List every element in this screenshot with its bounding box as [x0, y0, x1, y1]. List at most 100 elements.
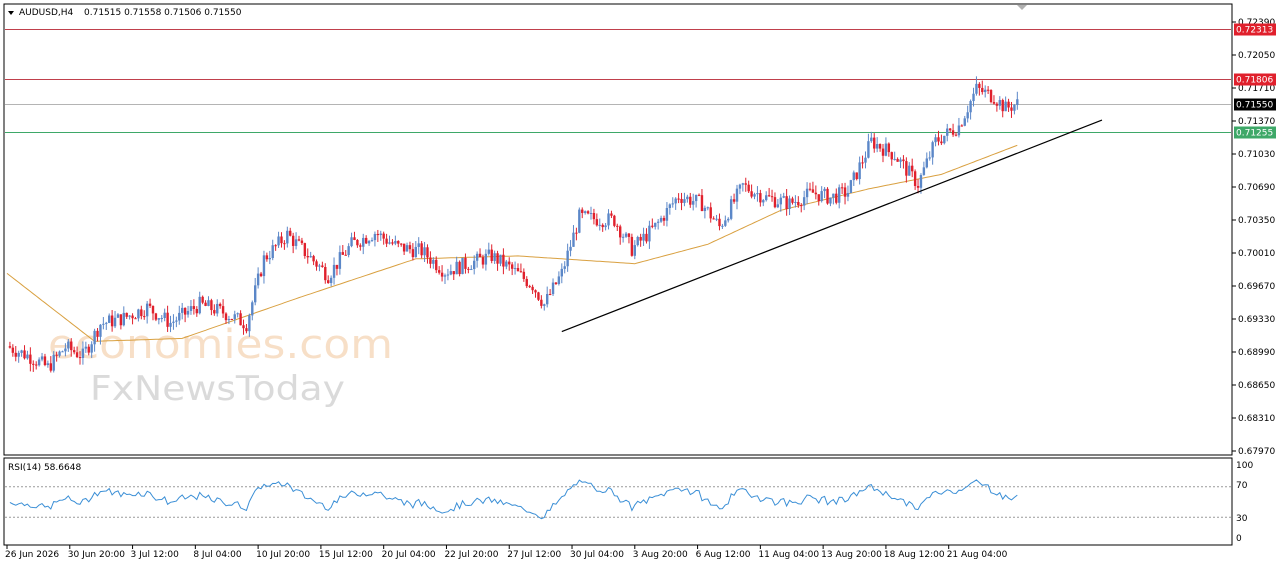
candle-bull — [674, 198, 677, 204]
candle-bull — [388, 242, 391, 244]
candle-bear — [110, 315, 114, 327]
candle-bear — [335, 264, 339, 269]
candle-bull — [715, 218, 718, 220]
candle-bear — [861, 162, 864, 164]
candle-bull — [394, 241, 397, 244]
rsi-tick-100: 100 — [1236, 461, 1253, 471]
candle-bull — [738, 184, 742, 189]
candle-bull — [875, 144, 879, 149]
candle-bull — [102, 323, 105, 325]
candle-bull — [236, 313, 239, 315]
candle-bear — [376, 233, 380, 236]
candle-bull — [128, 315, 131, 317]
candle-bear — [151, 305, 155, 314]
candle-bear — [467, 268, 470, 270]
candle-bear — [411, 249, 415, 258]
candle-bear — [364, 237, 368, 244]
candle-bull — [122, 312, 125, 326]
candle-bull — [788, 198, 791, 209]
candle-bear — [204, 302, 207, 306]
candle-bull — [262, 255, 266, 277]
candle-bull — [175, 320, 178, 322]
candle-bull — [893, 158, 896, 160]
candle-bull — [256, 273, 260, 286]
y-tick-label: 0.71030 — [1238, 150, 1275, 160]
candle-bear — [324, 267, 327, 281]
candle-bear — [610, 213, 613, 216]
candle-bull — [1004, 101, 1007, 112]
rsi-tick-30: 30 — [1236, 514, 1248, 524]
candle-bull — [347, 246, 350, 255]
candle-bear — [913, 171, 917, 186]
candle-bull — [656, 221, 660, 223]
candle-bear — [452, 271, 455, 275]
candle-bull — [899, 159, 902, 162]
candle-bear — [344, 254, 347, 256]
candle-bull — [858, 162, 861, 180]
candle-bear — [548, 293, 552, 295]
candle-bear — [986, 89, 990, 91]
candle-bear — [131, 315, 134, 319]
candle-bear — [382, 233, 385, 239]
price-chart[interactable]: economies.com FxNewsToday 0.723900.72050… — [0, 0, 1280, 567]
candle-bull — [309, 256, 312, 258]
candle-bear — [312, 256, 315, 262]
candle-bear — [201, 296, 204, 303]
candle-bear — [1010, 107, 1013, 111]
ohlc-values: 0.71515 0.71558 0.71506 0.71550 — [84, 8, 242, 18]
candle-bear — [478, 253, 482, 258]
chart-header[interactable]: AUDUSD,H4 0.71515 0.71558 0.71506 0.7155… — [8, 8, 242, 18]
candle-bull — [756, 193, 759, 195]
candle-bull — [648, 225, 651, 242]
candle-bull — [969, 101, 972, 113]
candle-bull — [966, 112, 969, 119]
candle-bull — [157, 318, 161, 320]
candle-bull — [286, 230, 289, 244]
candle-bear — [496, 253, 499, 264]
chart-window[interactable]: economies.com FxNewsToday 0.72390 0.72050… — [0, 0, 1280, 567]
candle-bear — [259, 273, 263, 277]
candle-bull — [607, 213, 610, 226]
candle-bull — [972, 93, 975, 102]
candle-bear — [616, 225, 619, 227]
candle-bull — [975, 83, 978, 94]
candle-bear — [554, 282, 558, 285]
candle-bear — [72, 350, 76, 353]
candle-bull — [379, 233, 382, 236]
candle-bear — [397, 241, 400, 244]
candle-bear — [592, 213, 596, 220]
candle-bull — [251, 302, 254, 316]
candle-bear — [183, 307, 187, 315]
candle-bull — [271, 245, 274, 259]
x-tick-label: 18 Aug 12:00 — [884, 550, 945, 560]
candle-bull — [636, 237, 639, 246]
y-tick-label: 0.68990 — [1238, 348, 1275, 358]
candle-bull — [461, 257, 464, 275]
candle-bear — [840, 187, 844, 189]
candle-bull — [870, 137, 873, 142]
candle-bull — [52, 354, 55, 371]
candle-bull — [724, 220, 727, 226]
y-tick-label: 0.70350 — [1238, 216, 1275, 226]
candle-bear — [951, 130, 955, 135]
candle-bull — [277, 236, 280, 246]
x-tick-label: 10 Jul 20:00 — [256, 550, 310, 560]
candle-bull — [557, 276, 561, 285]
candle-bear — [791, 198, 794, 203]
candle-bull — [694, 194, 698, 202]
candle-bull — [172, 321, 175, 323]
candle-bear — [119, 314, 123, 326]
candle-bull — [832, 193, 835, 198]
candle-bear — [385, 238, 388, 244]
candle-bear — [709, 207, 712, 219]
x-tick-label: 3 Jul 12:00 — [131, 550, 180, 560]
candle-bull — [864, 157, 867, 163]
candle-bear — [992, 102, 996, 104]
candle-bull — [294, 239, 298, 246]
candle-bull — [473, 260, 476, 270]
candle-bull — [475, 253, 479, 261]
candle-bear — [195, 308, 198, 314]
x-tick-label: 26 Jun 2026 — [5, 550, 59, 560]
watermark-fxnewstoday: FxNewsToday — [90, 369, 345, 409]
x-tick-label: 11 Aug 04:00 — [758, 550, 819, 560]
